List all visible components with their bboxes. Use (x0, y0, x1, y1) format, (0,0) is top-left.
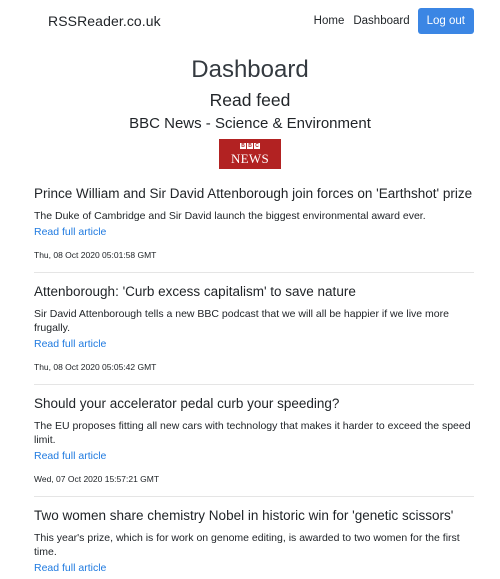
article-title: Prince William and Sir David Attenboroug… (34, 186, 473, 201)
read-full-article-link[interactable]: Read full article (34, 225, 474, 239)
article-title: Attenborough: 'Curb excess capitalism' t… (34, 283, 356, 299)
article-title: Should your accelerator pedal curb your … (34, 395, 340, 411)
navbar: RSSReader.co.uk Home Dashboard Log out (0, 1, 500, 41)
article-description: Sir David Attenborough tells a new BBC p… (34, 307, 449, 335)
article-description: The EU proposes fitting all new cars wit… (34, 419, 471, 447)
article-item: Prince William and Sir David Attenboroug… (34, 185, 474, 273)
page-header: Dashboard Read feed BBC News - Science &… (0, 57, 500, 174)
bbc-block-2: B (247, 143, 253, 149)
brand-link[interactable]: RSSReader.co.uk (48, 13, 161, 29)
article-date: Thu, 08 Oct 2020 05:01:58 GMT (34, 249, 157, 260)
read-full-article-link[interactable]: Read full article (34, 561, 474, 575)
feed-title: BBC News - Science & Environment (129, 115, 371, 132)
read-full-article-link[interactable]: Read full article (34, 449, 474, 463)
article-list: Prince William and Sir David Attenboroug… (0, 185, 500, 575)
page-title: Dashboard (191, 56, 309, 83)
nav-link-dashboard[interactable]: Dashboard (353, 15, 409, 27)
bbc-block-1: B (240, 143, 246, 149)
nav-link-home[interactable]: Home (314, 15, 345, 27)
article-date: Thu, 08 Oct 2020 05:05:42 GMT (34, 361, 157, 372)
article-item: Two women share chemistry Nobel in histo… (34, 497, 474, 575)
article-item: Should your accelerator pedal curb your … (34, 385, 474, 497)
article-description: This year's prize, which is for work on … (34, 531, 460, 559)
article-description: The Duke of Cambridge and Sir David laun… (34, 210, 426, 222)
bbc-blocks: B B C (240, 143, 260, 149)
nav-links: Home Dashboard Log out (305, 8, 474, 34)
article-item: Attenborough: 'Curb excess capitalism' t… (34, 273, 474, 385)
read-full-article-link[interactable]: Read full article (34, 337, 474, 351)
bbc-news-logo: B B C NEWS (219, 139, 281, 169)
logout-button[interactable]: Log out (417, 8, 474, 34)
article-date: Wed, 07 Oct 2020 15:57:21 GMT (34, 473, 160, 484)
bbc-logo-text: NEWS (230, 151, 270, 166)
bbc-block-3: C (254, 143, 260, 149)
page-subtitle: Read feed (209, 90, 291, 110)
article-title: Two women share chemistry Nobel in histo… (34, 507, 454, 523)
